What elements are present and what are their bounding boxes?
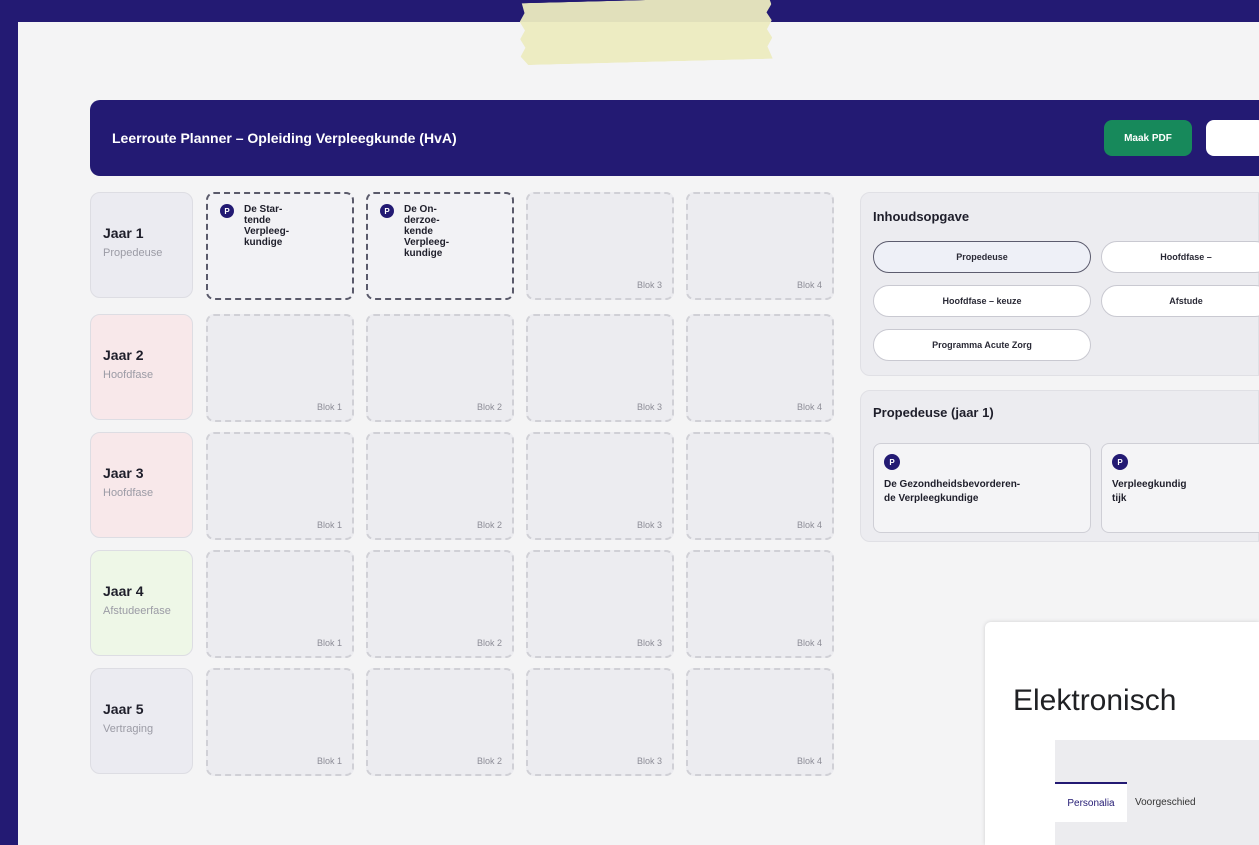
block-label: Blok 2 — [476, 402, 502, 412]
slot-year4-block3[interactable]: Blok 3 — [526, 550, 674, 658]
block-label: Blok 1 — [316, 638, 342, 648]
toc-item-hoofdfase-keuze[interactable]: Hoofdfase – keuze — [873, 285, 1091, 317]
course-name: De Star- tende Verpleeg- kundige — [244, 204, 290, 248]
year-4-label: Jaar 4 Afstudeerfase — [90, 550, 193, 656]
slot-year2-block1[interactable]: Blok 1 — [206, 314, 354, 422]
record-title: Elektronisch — [1013, 684, 1177, 717]
course-card[interactable]: P De On- derzoe- kende Verpleeg- kundige — [380, 204, 494, 259]
page-title: Leerroute Planner – Opleiding Verpleegku… — [112, 130, 457, 146]
slot-year1-block2[interactable]: P De On- derzoe- kende Verpleeg- kundige — [366, 192, 514, 300]
year-3-label: Jaar 3 Hoofdfase — [90, 432, 193, 538]
propedeuse-panel: Propedeuse (jaar 1) P De Gezondheidsbevo… — [860, 390, 1259, 542]
slot-year3-block1[interactable]: Blok 1 — [206, 432, 354, 540]
tab-voorgeschiedenis[interactable]: Voorgeschied — [1135, 782, 1259, 822]
toc-item-hoofdfase[interactable]: Hoofdfase – — [1101, 241, 1259, 273]
course-name: De On- derzoe- kende Verpleeg- kundige — [404, 204, 450, 259]
year-phase: Hoofdfase — [103, 487, 154, 499]
slot-year3-block3[interactable]: Blok 3 — [526, 432, 674, 540]
slot-year3-block4[interactable]: Blok 4 — [686, 432, 834, 540]
slot-year4-block4[interactable]: Blok 4 — [686, 550, 834, 658]
block-label: Blok 3 — [636, 638, 662, 648]
section-title: Propedeuse (jaar 1) — [873, 405, 994, 420]
record-tabs: Personalia Voorgeschied — [1055, 740, 1259, 845]
block-label: Blok 3 — [636, 756, 662, 766]
block-label: Blok 3 — [636, 280, 662, 290]
toc-item-acute-zorg[interactable]: Programma Acute Zorg — [873, 329, 1091, 361]
year-1-label: Jaar 1 Propedeuse — [90, 192, 193, 298]
course-card[interactable]: P De Star- tende Verpleeg- kundige — [220, 204, 334, 248]
slot-year5-block4[interactable]: Blok 4 — [686, 668, 834, 776]
course-card[interactable]: P De Gezondheidsbevorderen- de Verpleegk… — [873, 443, 1091, 533]
year-title: Jaar 1 — [103, 225, 144, 241]
slot-year5-block1[interactable]: Blok 1 — [206, 668, 354, 776]
year-phase: Afstudeerfase — [103, 605, 171, 617]
propedeuse-badge-icon: P — [380, 204, 394, 218]
propedeuse-badge-icon: P — [220, 204, 234, 218]
make-pdf-button[interactable]: Maak PDF — [1104, 120, 1192, 156]
slot-year2-block4[interactable]: Blok 4 — [686, 314, 834, 422]
block-label: Blok 1 — [316, 402, 342, 412]
top-bar: Leerroute Planner – Opleiding Verpleegku… — [90, 100, 1259, 176]
block-label: Blok 1 — [316, 520, 342, 530]
block-label: Blok 1 — [316, 756, 342, 766]
block-label: Blok 2 — [476, 756, 502, 766]
slot-year5-block3[interactable]: Blok 3 — [526, 668, 674, 776]
toc-title: Inhoudsopgave — [873, 209, 970, 224]
block-label: Blok 3 — [636, 402, 662, 412]
toc-panel: Inhoudsopgave Propedeuse Hoofdfase – Hoo… — [860, 192, 1259, 376]
slot-year5-block2[interactable]: Blok 2 — [366, 668, 514, 776]
year-phase: Propedeuse — [103, 247, 163, 259]
propedeuse-badge-icon: P — [884, 454, 900, 470]
year-title: Jaar 3 — [103, 465, 144, 481]
block-label: Blok 2 — [476, 520, 502, 530]
block-label: Blok 4 — [796, 280, 822, 290]
course-name: Verpleegkundig tijk — [1112, 479, 1187, 504]
toc-item-propedeuse[interactable]: Propedeuse — [873, 241, 1091, 273]
slot-year2-block2[interactable]: Blok 2 — [366, 314, 514, 422]
block-label: Blok 3 — [636, 520, 662, 530]
year-title: Jaar 4 — [103, 583, 144, 599]
block-label: Blok 4 — [796, 520, 822, 530]
slot-year4-block2[interactable]: Blok 2 — [366, 550, 514, 658]
slot-year1-block4[interactable]: Blok 4 — [686, 192, 834, 300]
course-name: De Gezondheidsbevorderen- de Verpleegkun… — [884, 479, 1021, 504]
block-label: Blok 4 — [796, 402, 822, 412]
tab-personalia[interactable]: Personalia — [1055, 782, 1127, 822]
block-label: Blok 2 — [476, 638, 502, 648]
year-5-label: Jaar 5 Vertraging — [90, 668, 193, 774]
slot-year4-block1[interactable]: Blok 1 — [206, 550, 354, 658]
year-phase: Vertraging — [103, 723, 154, 735]
course-card[interactable]: P Verpleegkundig tijk — [1101, 443, 1259, 533]
year-title: Jaar 2 — [103, 347, 144, 363]
electronic-record-card: Elektronisch Personalia Voorgeschied — [985, 622, 1259, 845]
slot-year1-block1[interactable]: P De Star- tende Verpleeg- kundige — [206, 192, 354, 300]
tape-strip — [519, 0, 773, 65]
block-label: Blok 4 — [796, 756, 822, 766]
slot-year2-block3[interactable]: Blok 3 — [526, 314, 674, 422]
year-phase: Hoofdfase — [103, 369, 154, 381]
block-label: Blok 4 — [796, 638, 822, 648]
toc-item-afstudeerfase[interactable]: Afstude — [1101, 285, 1259, 317]
year-2-label: Jaar 2 Hoofdfase — [90, 314, 193, 420]
secondary-button[interactable] — [1206, 120, 1259, 156]
year-title: Jaar 5 — [103, 701, 144, 717]
slot-year1-block3[interactable]: Blok 3 — [526, 192, 674, 300]
slot-year3-block2[interactable]: Blok 2 — [366, 432, 514, 540]
propedeuse-badge-icon: P — [1112, 454, 1128, 470]
